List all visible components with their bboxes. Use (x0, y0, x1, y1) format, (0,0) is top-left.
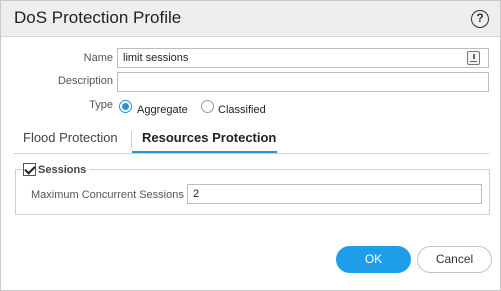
help-icon[interactable]: ? (471, 10, 489, 28)
tab-divider (131, 131, 132, 148)
type-aggregate-radio[interactable] (119, 100, 132, 113)
max-concurrent-sessions-label: Maximum Concurrent Sessions (31, 189, 184, 201)
cancel-button[interactable]: Cancel (417, 246, 492, 273)
tab-bar-rule (14, 153, 489, 154)
tab-flood-protection[interactable]: Flood Protection (23, 130, 118, 145)
name-label: Name (83, 52, 113, 64)
dos-protection-profile-dialog: DoS Protection Profile ? Name Descriptio… (0, 0, 501, 291)
text-field-icon[interactable] (467, 51, 480, 65)
sessions-legend: Sessions (38, 164, 90, 176)
name-input[interactable] (117, 48, 489, 68)
sessions-checkbox[interactable] (23, 163, 36, 176)
dialog-title: DoS Protection Profile (14, 8, 182, 27)
description-label: Description (57, 75, 113, 87)
type-label: Type (89, 99, 113, 111)
ok-button[interactable]: OK (336, 246, 411, 273)
dialog-titlebar: DoS Protection Profile ? (1, 1, 500, 37)
max-concurrent-sessions-input[interactable] (187, 184, 482, 204)
type-classified-radio[interactable] (201, 100, 214, 113)
tab-resources-protection[interactable]: Resources Protection (142, 130, 276, 145)
type-classified-label[interactable]: Classified (218, 104, 266, 116)
description-input[interactable] (117, 72, 489, 92)
type-aggregate-label[interactable]: Aggregate (137, 104, 188, 116)
